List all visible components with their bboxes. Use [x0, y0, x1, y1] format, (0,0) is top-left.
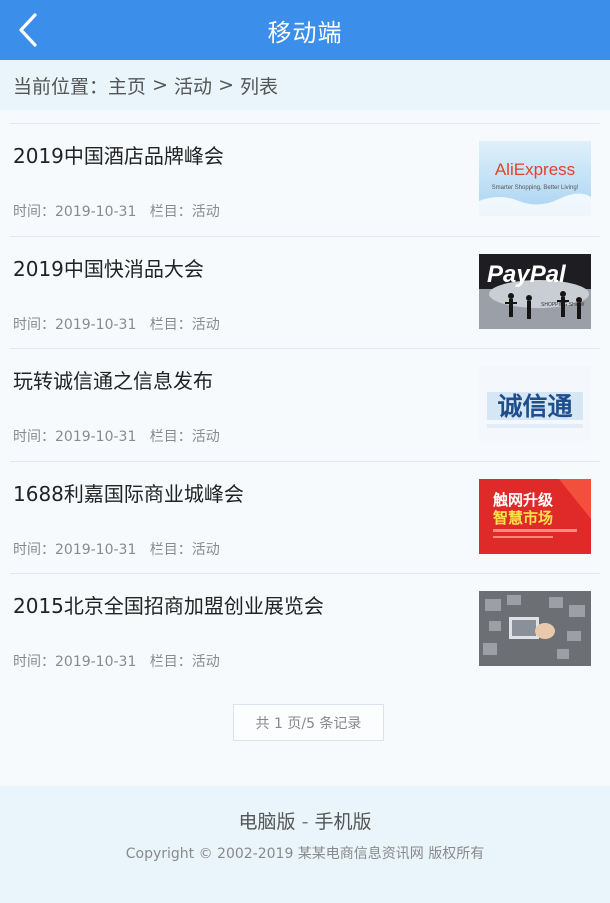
article-date: 2019-10-31 — [55, 204, 137, 220]
chevron-left-icon — [19, 13, 37, 47]
breadcrumb-prefix: 当前位置： — [13, 75, 109, 98]
breadcrumb-separator: > — [146, 74, 175, 96]
pagination-info: 共 1 页/5 条记录 — [233, 704, 384, 741]
app-header: 移动端 — [0, 0, 610, 60]
list-item: 2019中国酒店品牌峰会 时间：2019-10-31 栏目：活动 AliExpr… — [10, 123, 600, 236]
article-column: 活动 — [191, 429, 220, 445]
breadcrumb-home[interactable]: 主页 — [108, 72, 146, 99]
article-thumbnail[interactable]: 触网升级 智慧市场 — [479, 478, 591, 554]
page-footer: 电脑版 - 手机版 Copyright © 2002-2019 某某电商信息资讯… — [0, 786, 610, 903]
copyright-text: Copyright © 2002-2019 某某电商信息资讯网 版权所有 — [125, 846, 485, 862]
article-title[interactable]: 2015北京全国招商加盟创业展览会 — [13, 590, 324, 619]
article-date: 2019-10-31 — [55, 654, 137, 670]
article-thumbnail[interactable]: PayPal SHOPPING SHOW — [479, 253, 591, 329]
mobile-version-link[interactable]: 手机版 — [314, 811, 371, 833]
article-meta: 时间：2019-10-31 栏目：活动 — [13, 201, 220, 221]
article-column: 活动 — [191, 654, 220, 670]
time-label: 时间： — [13, 204, 55, 220]
article-thumbnail[interactable] — [479, 591, 591, 666]
list-item: 2015北京全国招商加盟创业展览会 时间：2019-10-31 栏目：活动 — [10, 573, 600, 686]
thumb-brand: AliExpress — [495, 160, 575, 179]
pc-version-link[interactable]: 电脑版 — [239, 811, 296, 833]
column-label: 栏目： — [149, 541, 192, 558]
article-thumbnail[interactable]: AliExpress Smarter Shopping, Better Livi… — [479, 141, 591, 216]
column-label: 栏目： — [149, 654, 192, 670]
article-thumbnail[interactable]: 诚信通 — [479, 366, 591, 441]
back-button[interactable] — [8, 10, 48, 50]
thumb-brand: 触网升级 — [493, 491, 554, 509]
time-label: 时间： — [13, 316, 55, 333]
list-item: 玩转诚信通之信息发布 时间：2019-10-31 栏目：活动 诚信通 — [10, 348, 600, 461]
thumb-brand: PayPal — [487, 261, 567, 288]
article-title[interactable]: 2019中国酒店品牌峰会 — [13, 140, 224, 169]
column-label: 栏目： — [149, 204, 192, 220]
article-title[interactable]: 1688利嘉国际商业城峰会 — [13, 478, 244, 507]
time-label: 时间： — [13, 429, 55, 445]
list-item: 2019中国快消品大会 时间：2019-10-31 栏目：活动 PayPal S… — [10, 235, 600, 349]
time-label: 时间： — [13, 541, 55, 558]
article-meta: 时间：2019-10-31 栏目：活动 — [13, 651, 220, 671]
article-title[interactable]: 玩转诚信通之信息发布 — [13, 365, 213, 394]
thumb-brand: 诚信通 — [497, 392, 572, 421]
footer-separator: - — [295, 811, 315, 833]
breadcrumb-list: 列表 — [240, 75, 279, 98]
article-column: 活动 — [191, 316, 220, 333]
page-title: 移动端 — [267, 18, 343, 47]
footer-links: 电脑版 - 手机版 — [0, 807, 610, 834]
time-label: 时间： — [13, 654, 55, 670]
article-list: 2019中国酒店品牌峰会 时间：2019-10-31 栏目：活动 AliExpr… — [0, 123, 610, 686]
article-column: 活动 — [191, 204, 220, 220]
column-label: 栏目： — [149, 429, 192, 445]
article-date: 2019-10-31 — [55, 316, 137, 333]
column-label: 栏目： — [149, 316, 192, 333]
article-meta: 时间：2019-10-31 栏目：活动 — [13, 539, 220, 559]
thumb-tagline: Smarter Shopping, Better Living! — [492, 185, 579, 191]
article-date: 2019-10-31 — [55, 541, 137, 558]
article-column: 活动 — [191, 541, 220, 558]
article-title[interactable]: 2019中国快消品大会 — [13, 253, 204, 282]
article-meta: 时间：2019-10-31 栏目：活动 — [13, 314, 220, 334]
breadcrumb-separator: > — [212, 74, 241, 96]
article-date: 2019-10-31 — [55, 429, 137, 445]
list-item: 1688利嘉国际商业城峰会 时间：2019-10-31 栏目：活动 触网升级 智… — [10, 460, 600, 574]
thumb-tagline: 智慧市场 — [493, 509, 553, 527]
article-meta: 时间：2019-10-31 栏目：活动 — [13, 426, 220, 446]
breadcrumb-activity[interactable]: 活动 — [174, 72, 212, 99]
breadcrumb: 当前位置： 主页 > 活动 > 列表 — [0, 60, 610, 110]
